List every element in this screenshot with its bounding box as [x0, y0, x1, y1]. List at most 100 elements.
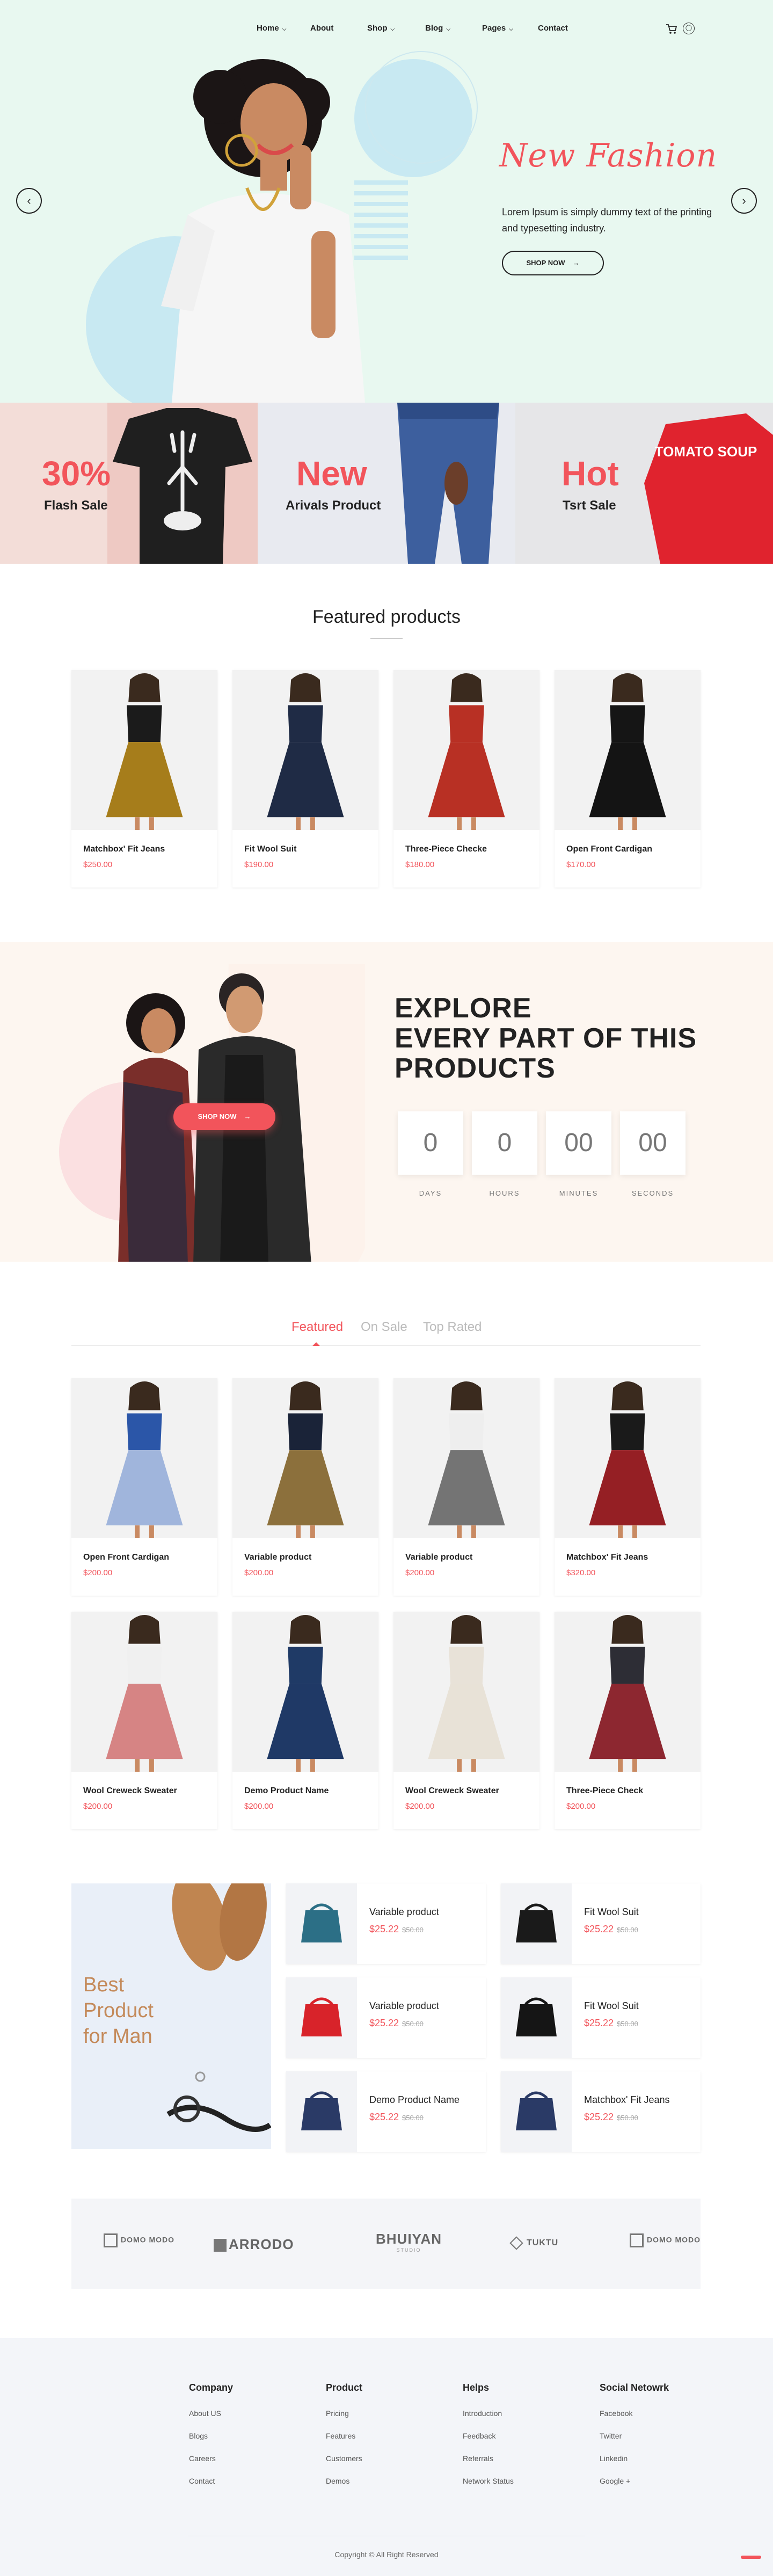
- product-name[interactable]: Three-Piece Checke: [405, 845, 487, 854]
- footer-link[interactable]: Referrals: [463, 2454, 493, 2463]
- product-image-wrap[interactable]: [393, 670, 539, 830]
- footer-link[interactable]: Pricing: [326, 2409, 349, 2418]
- back-to-top-button[interactable]: [741, 2556, 761, 2559]
- product-image-wrap[interactable]: [393, 1378, 539, 1538]
- best-product-banner[interactable]: Best Product for Man: [71, 1883, 271, 2149]
- product-name[interactable]: Wool Creweck Sweater: [83, 1786, 177, 1796]
- footer-link[interactable]: Linkedin: [600, 2454, 628, 2463]
- product-name[interactable]: Wool Creweck Sweater: [405, 1786, 499, 1796]
- footer-link[interactable]: Careers: [189, 2454, 216, 2463]
- footer-link[interactable]: Google +: [600, 2477, 630, 2485]
- mini-product-name[interactable]: Matchbox' Fit Jeans: [584, 2094, 670, 2106]
- product-name[interactable]: Three-Piece Check: [566, 1786, 643, 1796]
- nav-contact[interactable]: Contact: [538, 24, 568, 33]
- explore-shop-now-button[interactable]: SHOP NOW →: [173, 1103, 275, 1130]
- product-name[interactable]: Demo Product Name: [244, 1786, 329, 1796]
- product-card[interactable]: Open Front Cardigan $200.00: [71, 1378, 217, 1596]
- product-card[interactable]: Demo Product Name $200.00: [232, 1612, 378, 1829]
- product-name[interactable]: Fit Wool Suit: [244, 845, 296, 854]
- product-card[interactable]: Fit Wool Suit $190.00: [232, 670, 378, 887]
- mini-product-name[interactable]: Fit Wool Suit: [584, 1906, 639, 1918]
- account-icon[interactable]: ◯: [683, 23, 695, 34]
- footer-link[interactable]: Facebook: [600, 2409, 632, 2418]
- product-name[interactable]: Matchbox' Fit Jeans: [83, 845, 165, 854]
- brand-logo[interactable]: BHUIYAN STUDIO: [376, 2231, 442, 2253]
- product-image-wrap[interactable]: [232, 670, 378, 830]
- footer-link[interactable]: Contact: [189, 2477, 215, 2485]
- brand-logo[interactable]: ARRODO: [214, 2236, 294, 2253]
- brand-logo[interactable]: TUKTU: [509, 2236, 558, 2250]
- mini-product-image[interactable]: [501, 1883, 572, 1964]
- tab-top-rated[interactable]: Top Rated: [423, 1320, 482, 1335]
- promo-banner-hot[interactable]: TOMATO SOUP Hot Tsrt Sale: [515, 403, 773, 564]
- product-image-wrap[interactable]: [71, 1612, 217, 1772]
- nav-pages[interactable]: Pages ⌵: [482, 24, 513, 33]
- nav-contact-label: Contact: [538, 24, 568, 33]
- product-name[interactable]: Variable product: [244, 1553, 311, 1562]
- product-image-wrap[interactable]: [555, 1378, 701, 1538]
- product-name[interactable]: Matchbox' Fit Jeans: [566, 1553, 648, 1562]
- product-image-wrap[interactable]: [71, 670, 217, 830]
- hero-next-button[interactable]: ›: [731, 188, 757, 214]
- product-card[interactable]: Wool Creweck Sweater $200.00: [71, 1612, 217, 1829]
- nav-shop[interactable]: Shop ⌵: [367, 24, 395, 33]
- mini-product-card[interactable]: Matchbox' Fit Jeans $25.22 $50.00: [501, 2071, 701, 2152]
- product-image-wrap[interactable]: [232, 1378, 378, 1538]
- nav-blog[interactable]: Blog ⌵: [425, 24, 450, 33]
- product-image-wrap[interactable]: [232, 1612, 378, 1772]
- product-image-wrap[interactable]: [71, 1378, 217, 1538]
- product-card[interactable]: Three-Piece Checke $180.00: [393, 670, 539, 887]
- mini-product-card[interactable]: Demo Product Name $25.22 $50.00: [286, 2071, 486, 2152]
- promo-banner-new[interactable]: New Arivals Product: [258, 403, 515, 564]
- nav-home[interactable]: Home ⌵: [257, 24, 286, 33]
- footer-link[interactable]: Blogs: [189, 2432, 208, 2440]
- mini-product-card[interactable]: Fit Wool Suit $25.22 $50.00: [501, 1977, 701, 2058]
- mini-product-name[interactable]: Variable product: [369, 2000, 439, 2012]
- product-card[interactable]: Matchbox' Fit Jeans $320.00: [555, 1378, 701, 1596]
- mini-product-current-price: $25.22: [584, 2112, 614, 2122]
- tab-featured[interactable]: Featured: [291, 1320, 343, 1335]
- mini-product-card[interactable]: Fit Wool Suit $25.22 $50.00: [501, 1883, 701, 1964]
- mini-product-card[interactable]: Variable product $25.22 $50.00: [286, 1977, 486, 2058]
- brand-logo-sub: STUDIO: [396, 2247, 421, 2253]
- product-card[interactable]: Three-Piece Check $200.00: [555, 1612, 701, 1829]
- hero-shop-now-button[interactable]: SHOP NOW →: [502, 251, 604, 275]
- nav-about[interactable]: About: [310, 24, 333, 33]
- product-card[interactable]: Variable product $200.00: [232, 1378, 378, 1596]
- tab-on-sale[interactable]: On Sale: [361, 1320, 407, 1335]
- mini-product-image[interactable]: [286, 1883, 357, 1964]
- promo-banner-flash[interactable]: 30% Flash Sale: [0, 403, 258, 564]
- footer-link[interactable]: Twitter: [600, 2432, 622, 2440]
- footer-link[interactable]: Feedback: [463, 2432, 495, 2440]
- mini-product-card[interactable]: Variable product $25.22 $50.00: [286, 1883, 486, 1964]
- product-card[interactable]: Open Front Cardigan $170.00: [555, 670, 701, 887]
- product-image-wrap[interactable]: [393, 1612, 539, 1772]
- footer-link[interactable]: Features: [326, 2432, 355, 2440]
- nav-shop-label: Shop: [367, 24, 388, 33]
- product-card[interactable]: Matchbox' Fit Jeans $250.00: [71, 670, 217, 887]
- cart-icon[interactable]: [666, 24, 677, 34]
- footer-link[interactable]: Demos: [326, 2477, 349, 2485]
- product-name[interactable]: Open Front Cardigan: [566, 845, 652, 854]
- footer-link[interactable]: Introduction: [463, 2409, 502, 2418]
- footer-link[interactable]: Network Status: [463, 2477, 514, 2485]
- mini-product-name[interactable]: Fit Wool Suit: [584, 2000, 639, 2012]
- logo-box-icon: [104, 2233, 118, 2247]
- hero-prev-button[interactable]: ‹: [16, 188, 42, 214]
- product-card[interactable]: Wool Creweck Sweater $200.00: [393, 1612, 539, 1829]
- mini-product-image[interactable]: [501, 1977, 572, 2058]
- product-name[interactable]: Open Front Cardigan: [83, 1553, 169, 1562]
- footer-link[interactable]: About US: [189, 2409, 221, 2418]
- mini-product-image[interactable]: [501, 2071, 572, 2152]
- footer-link[interactable]: Customers: [326, 2454, 362, 2463]
- product-card[interactable]: Variable product $200.00: [393, 1378, 539, 1596]
- mini-product-name[interactable]: Variable product: [369, 1906, 439, 1918]
- product-image-wrap[interactable]: [555, 670, 701, 830]
- product-image-wrap[interactable]: [555, 1612, 701, 1772]
- product-name[interactable]: Variable product: [405, 1553, 472, 1562]
- mini-product-name[interactable]: Demo Product Name: [369, 2094, 460, 2106]
- brand-logo[interactable]: DOMO MODO: [630, 2233, 701, 2247]
- brand-logo[interactable]: DOMO MODO: [104, 2233, 174, 2247]
- mini-product-image[interactable]: [286, 1977, 357, 2058]
- mini-product-image[interactable]: [286, 2071, 357, 2152]
